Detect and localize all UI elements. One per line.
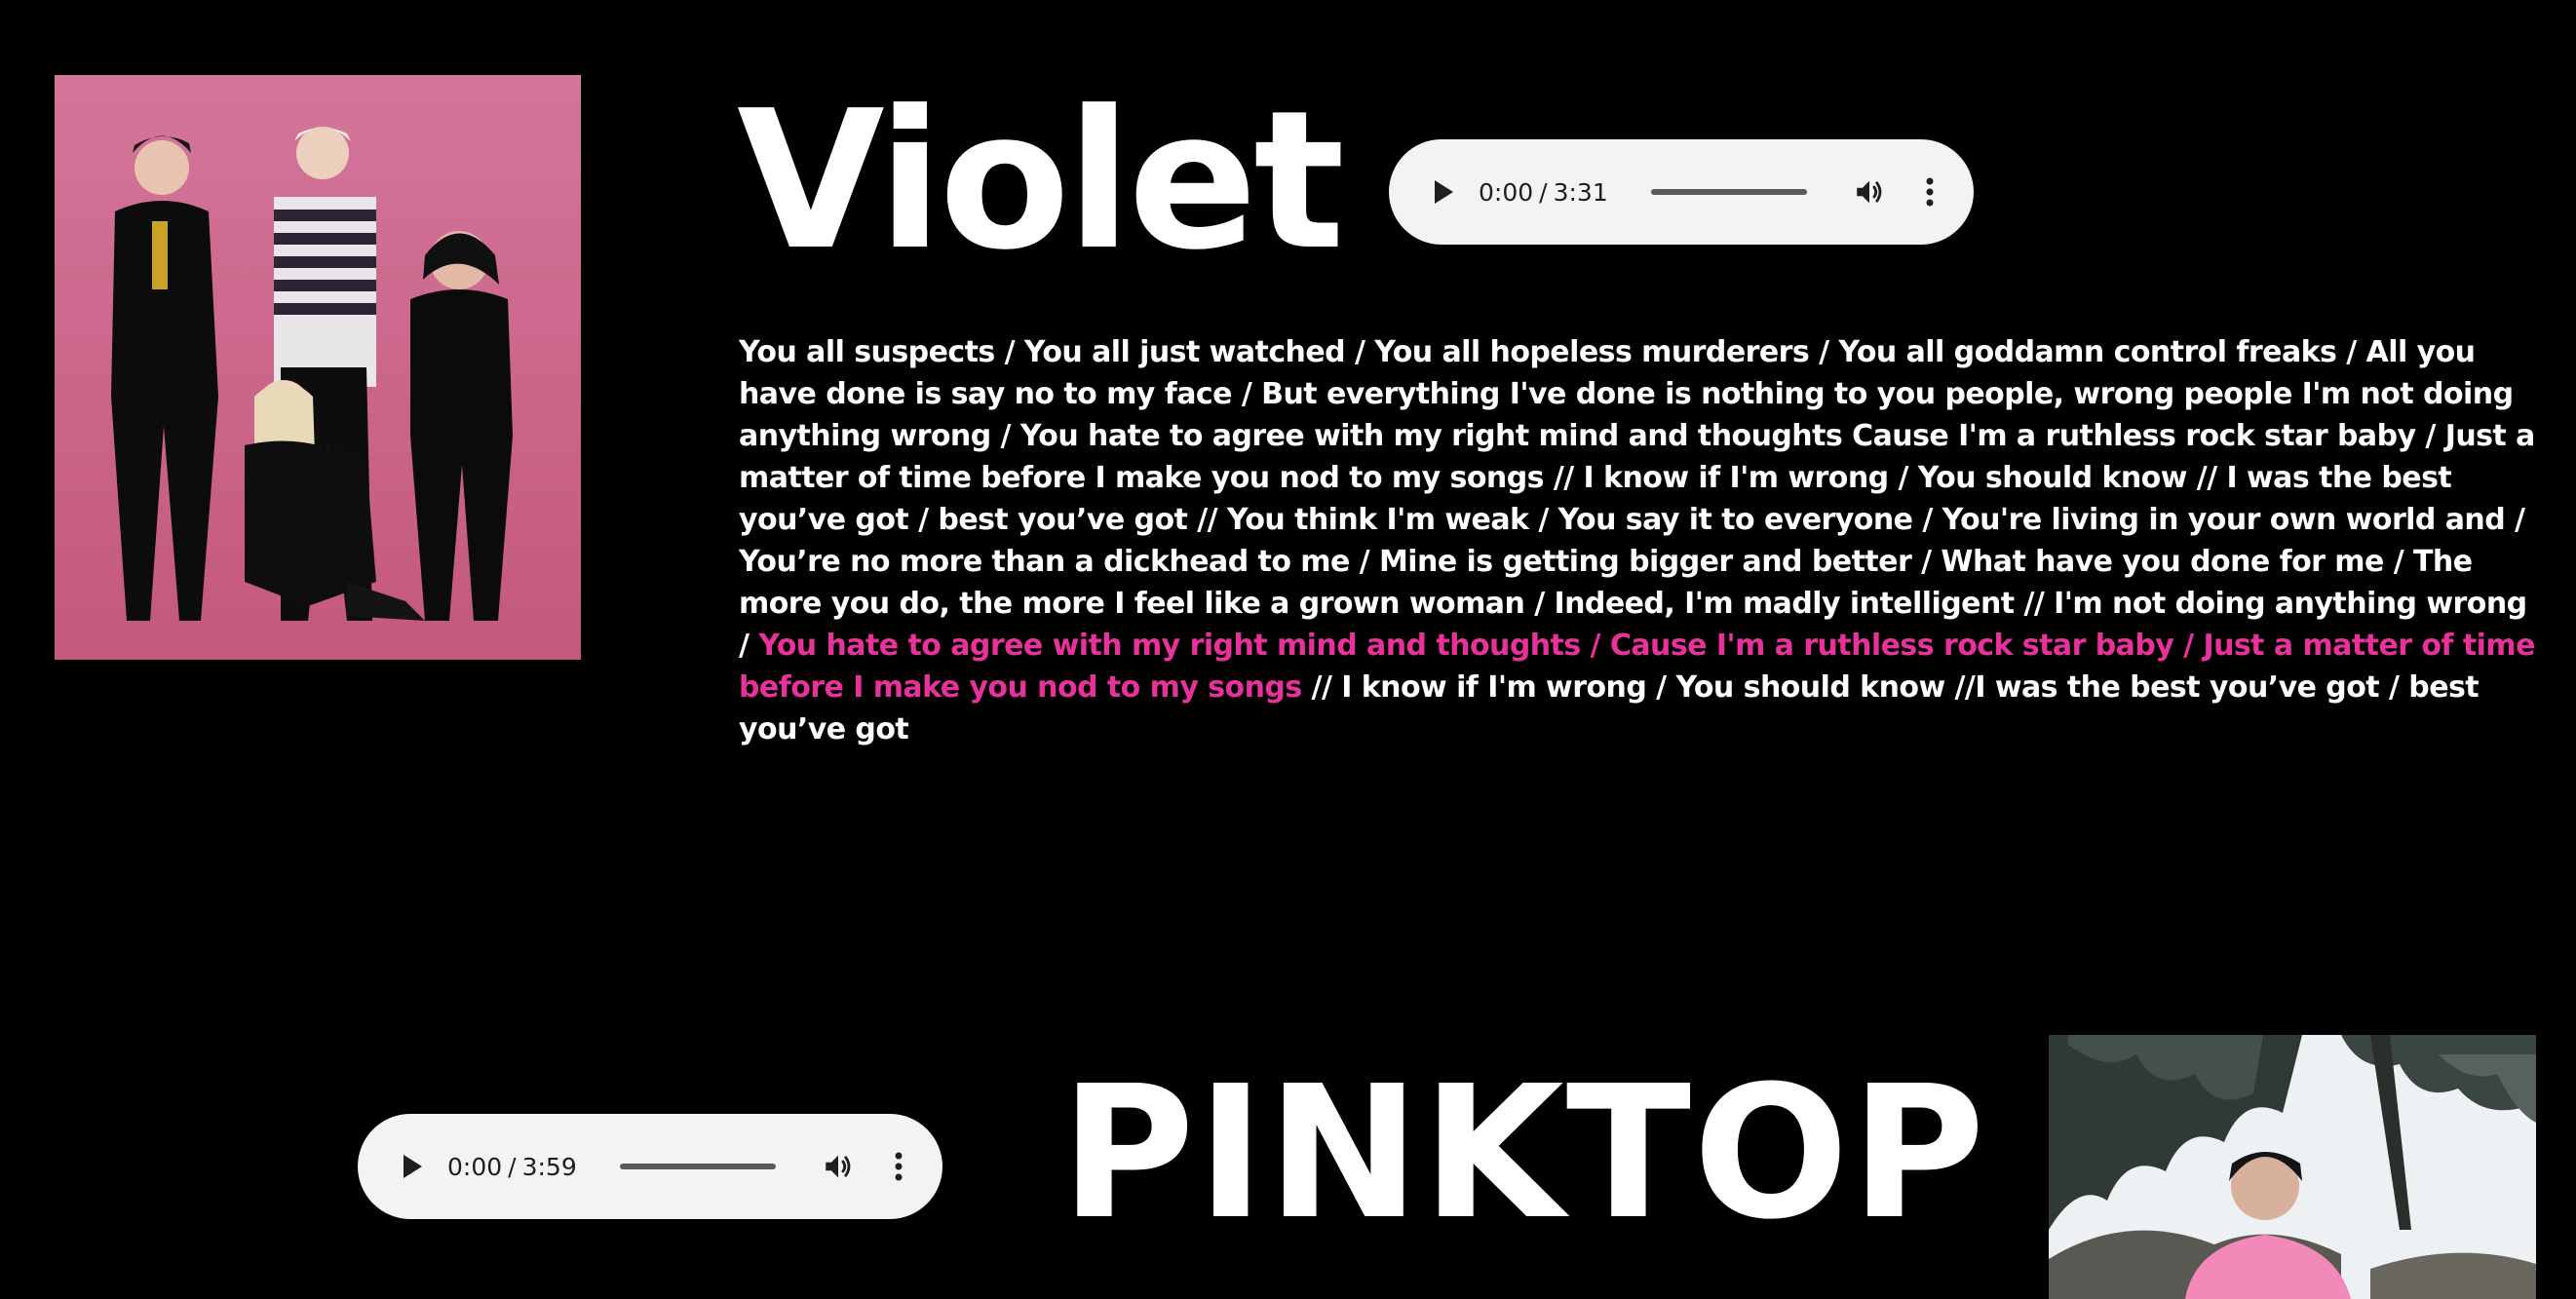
volume-icon [825, 1155, 851, 1178]
audio-player[interactable]: 0:00/3:59 [358, 1114, 942, 1219]
volume-icon [1856, 180, 1882, 204]
portrait-photo [2049, 1035, 2536, 1299]
band-photo [55, 75, 581, 660]
play-icon [1435, 180, 1453, 204]
mute-button[interactable] [819, 1147, 858, 1186]
more-options-button[interactable] [1918, 172, 1942, 211]
time-display: 0:00/3:31 [1479, 178, 1608, 207]
more-vertical-icon [895, 1152, 903, 1181]
album-cover-pinktop [2049, 1035, 2536, 1299]
current-time: 0:00 [1479, 177, 1534, 207]
song-title: Violet [737, 70, 1345, 292]
progress-slider[interactable] [619, 1164, 776, 1169]
song-title: PINKTOP [1060, 1047, 1987, 1260]
duration: 3:31 [1553, 177, 1608, 207]
more-vertical-icon [1926, 177, 1934, 207]
mute-button[interactable] [1850, 172, 1889, 211]
play-button[interactable] [391, 1145, 434, 1188]
time-display: 0:00/3:59 [447, 1153, 577, 1181]
play-icon [404, 1155, 422, 1178]
current-time: 0:00 [447, 1152, 503, 1181]
time-separator: / [508, 1152, 517, 1181]
lyrics-part: You all suspects / You all just watched … [739, 335, 2535, 663]
page: Violet 0:00/3:31 You all suspects / You … [0, 0, 2576, 1299]
duration: 3:59 [521, 1152, 577, 1181]
album-cover-violet [55, 75, 581, 660]
audio-player[interactable]: 0:00/3:31 [1389, 139, 1974, 245]
time-separator: / [1539, 177, 1548, 207]
play-button[interactable] [1422, 171, 1465, 213]
lyrics-text: You all suspects / You all just watched … [739, 331, 2542, 750]
more-options-button[interactable] [887, 1147, 910, 1186]
progress-slider[interactable] [1650, 189, 1807, 195]
